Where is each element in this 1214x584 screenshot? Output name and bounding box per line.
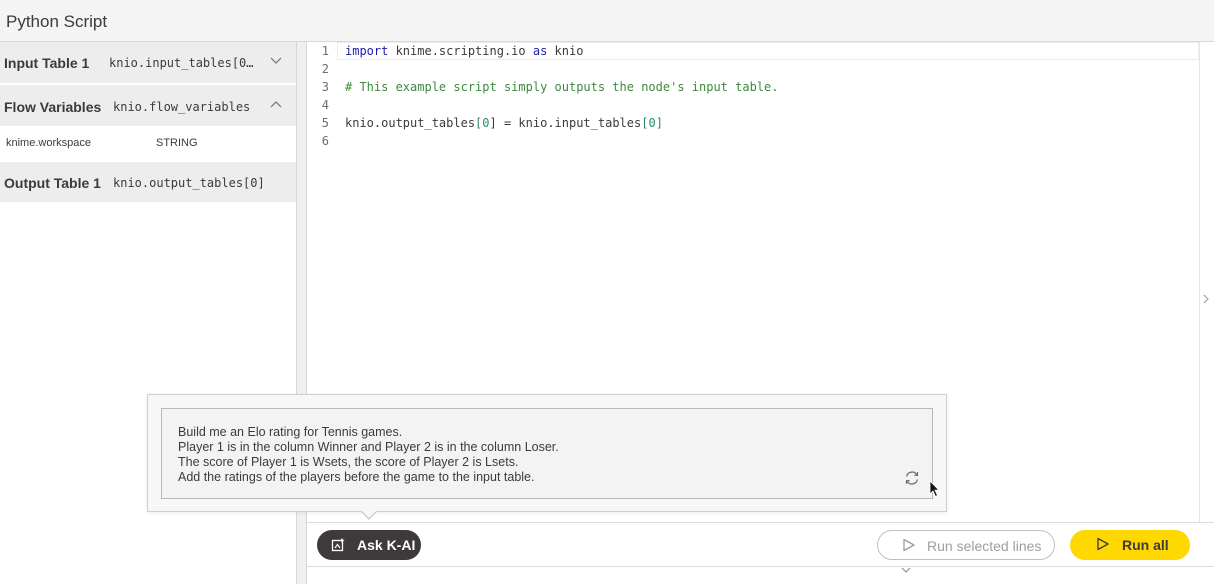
output-table-code: knio.output_tables[0] — [113, 176, 265, 190]
line-number: 3 — [321, 80, 329, 94]
run-selected-lines-button[interactable]: Run selected lines — [877, 530, 1055, 560]
line-number: 5 — [321, 116, 329, 130]
editor-toolbar: Ask K-AI Run selected lines Run all — [307, 522, 1214, 566]
code-line-5: knio.output_tables[0] = knio.input_table… — [345, 116, 663, 130]
keyword-token: import — [345, 44, 389, 58]
bracket-token: ] — [655, 116, 663, 130]
flow-variable-item[interactable]: knime.workspace STRING — [0, 128, 296, 162]
flow-variables-label: Flow Variables — [4, 99, 102, 115]
flow-variable-type: STRING — [156, 137, 198, 149]
ask-k-ai-button[interactable]: Ask K-AI — [317, 530, 421, 560]
code-line-3-comment: # This example script simply outputs the… — [345, 80, 779, 94]
editor-right-collapse-bar[interactable] — [1199, 42, 1214, 522]
line-number: 1 — [321, 44, 329, 58]
play-icon — [902, 538, 916, 552]
refresh-icon[interactable] — [903, 469, 921, 487]
number-token: 0 — [648, 116, 656, 130]
prompt-line: Add the ratings of the players before th… — [178, 470, 535, 484]
chevron-up-icon[interactable] — [270, 97, 282, 111]
flow-variables-row[interactable]: Flow Variables knio.flow_variables — [0, 85, 296, 126]
window-title: Python Script — [6, 12, 108, 31]
chevron-down-icon[interactable] — [901, 566, 911, 577]
play-icon — [1096, 537, 1110, 551]
ai-sparkle-icon — [331, 537, 346, 552]
keyword-token: as — [532, 44, 548, 58]
line-number: 6 — [321, 134, 329, 148]
output-table-label: Output Table 1 — [4, 175, 101, 191]
run-all-label: Run all — [1122, 537, 1169, 553]
code-token: knio.output_tables — [345, 116, 476, 130]
flow-variables-code: knio.flow_variables — [113, 100, 251, 114]
title-bar: Python Script — [0, 0, 1214, 42]
output-table-row[interactable]: Output Table 1 knio.output_tables[0] — [0, 162, 296, 202]
chevron-down-icon[interactable] — [270, 54, 282, 68]
k-ai-prompt-popover: Build me an Elo rating for Tennis games.… — [147, 394, 947, 520]
prompt-text: Build me an Elo rating for Tennis games.… — [178, 425, 559, 485]
console-collapse-bar[interactable] — [307, 566, 1214, 584]
input-table-code: knio.input_tables[0… — [109, 56, 254, 70]
chevron-right-icon[interactable] — [1202, 294, 1210, 307]
input-table-row[interactable]: Input Table 1 knio.input_tables[0… — [0, 42, 296, 83]
mouse-cursor-icon — [929, 480, 941, 498]
prompt-line: Player 1 is in the column Winner and Pla… — [178, 440, 559, 454]
prompt-textarea[interactable]: Build me an Elo rating for Tennis games.… — [161, 408, 933, 499]
code-token: knime.scripting.io — [388, 44, 533, 58]
number-token: 0 — [482, 116, 490, 130]
run-all-button[interactable]: Run all — [1070, 530, 1190, 560]
bracket-token: ] = knio.input_tables — [489, 116, 642, 130]
prompt-line: Build me an Elo rating for Tennis games. — [178, 425, 403, 439]
popover-tail-fill — [361, 510, 377, 518]
run-selected-lines-label: Run selected lines — [927, 538, 1042, 554]
line-number: 2 — [321, 62, 329, 76]
flow-variable-name: knime.workspace — [6, 137, 91, 149]
code-line-1: import knime.scripting.io as knio — [345, 44, 583, 58]
input-table-label: Input Table 1 — [4, 55, 90, 71]
prompt-line: The score of Player 1 is Wsets, the scor… — [178, 455, 519, 469]
code-token: knio — [547, 44, 584, 58]
ask-k-ai-label: Ask K-AI — [357, 537, 416, 553]
line-number: 4 — [321, 98, 329, 112]
